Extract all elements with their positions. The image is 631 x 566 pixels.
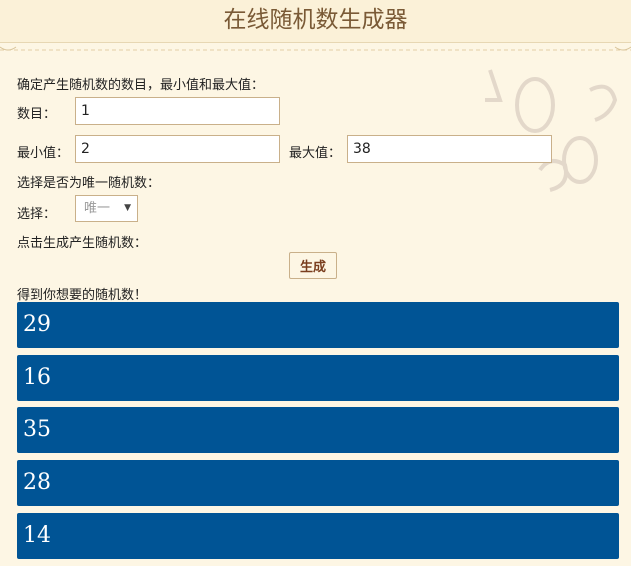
- decorative-divider: [0, 46, 631, 51]
- result-prompt: 得到你想要的随机数！: [17, 288, 148, 303]
- count-label: 数目：: [17, 107, 57, 122]
- generate-prompt: 点击生成产生随机数：: [17, 236, 148, 251]
- min-input[interactable]: [75, 135, 280, 163]
- max-label: 最大值：: [289, 146, 342, 161]
- count-input[interactable]: [75, 97, 280, 125]
- select-value: 唯一: [84, 201, 111, 216]
- result-item: 28: [17, 460, 619, 506]
- select-label: 选择：: [17, 207, 57, 222]
- page-title: 在线随机数生成器: [223, 7, 408, 33]
- result-item: 29: [17, 302, 619, 348]
- min-label: 最小值：: [17, 146, 70, 161]
- decorative-numbers-icon: [485, 69, 618, 192]
- generate-button[interactable]: 生成: [289, 252, 337, 279]
- instruction-text: 确定产生随机数的数目，最小值和最大值：: [17, 78, 265, 93]
- caret-down-icon: ▼: [124, 203, 131, 213]
- result-item: 16: [17, 355, 619, 401]
- unique-select[interactable]: 唯一 ▼: [75, 195, 138, 222]
- result-item: 35: [17, 407, 619, 453]
- page-header: 在线随机数生成器: [0, 0, 631, 43]
- unique-prompt: 选择是否为唯一随机数：: [17, 176, 161, 191]
- max-input[interactable]: [347, 135, 552, 163]
- result-item: 14: [17, 513, 619, 559]
